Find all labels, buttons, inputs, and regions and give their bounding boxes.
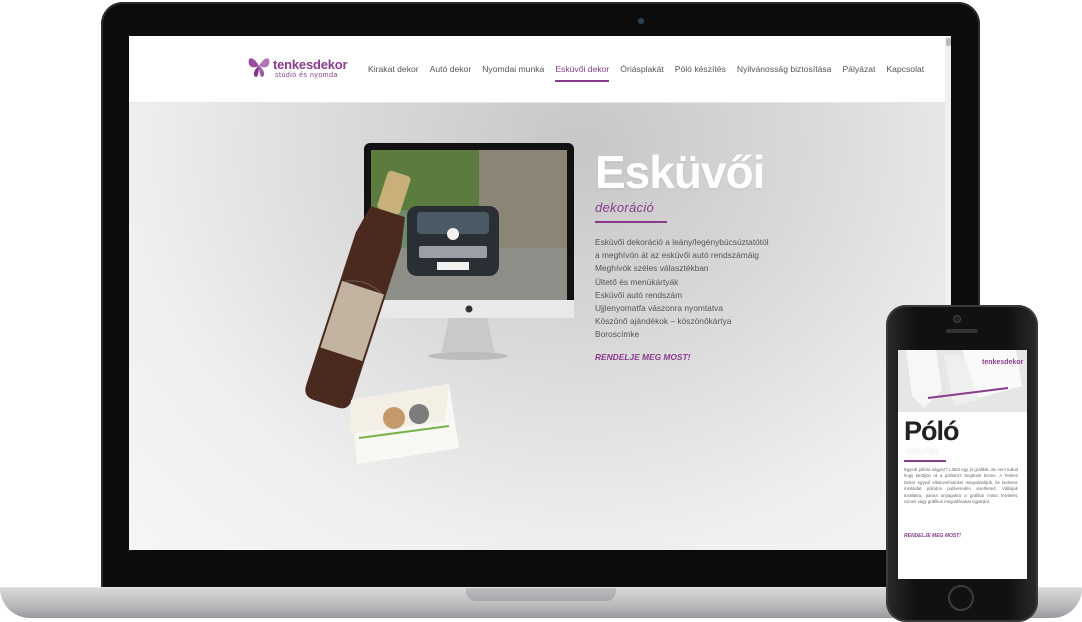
phone-speaker — [946, 329, 978, 333]
laptop-notch — [466, 588, 616, 601]
nav-item-oriasplakat[interactable]: Óriásplakát — [620, 64, 663, 84]
list-item: Ültető és menükártyák — [595, 276, 679, 287]
phone-body-text: Egyedi pólóra vágysz? Láttál egy jó graf… — [904, 467, 1018, 505]
list-item: Boroscímke — [595, 329, 640, 340]
nav-item-eskuvoi-dekor[interactable]: Esküvői dekor — [555, 64, 609, 84]
nav-item-palyazat[interactable]: Pályázat — [842, 64, 875, 84]
hero-title: Esküvői — [595, 146, 765, 198]
hero-subtitle: dekoráció — [595, 200, 655, 215]
nav-item-nyilvanossag[interactable]: Nyilvánosság biztosítása — [737, 64, 832, 84]
butterfly-icon — [248, 58, 270, 77]
nav-item-kapcsolat[interactable]: Kapcsolat — [886, 64, 924, 84]
phone-page-title: Póló — [904, 416, 959, 446]
site-header: tenkesdekor stúdió és nyomda Kirakat dek… — [129, 36, 951, 103]
phone-page-subtitle: készítés — [906, 446, 940, 456]
phone-divider — [904, 460, 946, 462]
laptop-camera — [638, 18, 644, 24]
logo-tagline: stúdió és nyomda — [275, 72, 338, 79]
list-item: Köszönő ajándékok – köszönőkártya — [595, 316, 732, 327]
hero-service-list: Esküvői dekoráció a leány/legénybúcsúzta… — [595, 236, 769, 342]
list-item: Esküvői dekoráció a leány/legénybúcsúzta… — [595, 237, 769, 247]
order-now-link[interactable]: RENDELJE MEG MOST! — [595, 352, 690, 362]
logo-name: tenkesdekor — [273, 57, 348, 72]
phone-order-now-link[interactable]: RENDELJE MEG MOST! — [904, 533, 961, 539]
tshirt-image: tenkesdekor — [898, 350, 1027, 412]
list-item: Meghívók széles választékban — [595, 263, 709, 274]
list-item: Esküvői autó rendszám — [595, 289, 683, 300]
nav-item-polo-keszites[interactable]: Póló készítés — [675, 64, 726, 84]
nav-item-kirakat-dekor[interactable]: Kirakat dekor — [368, 64, 419, 84]
phone-frame: tenkesdekor Póló készítés Egyedi pólóra … — [886, 305, 1038, 622]
site-logo[interactable]: tenkesdekor stúdió és nyomda — [247, 53, 348, 83]
invitation-card-image — [349, 384, 459, 464]
nav-item-nyomdai-munka[interactable]: Nyomdai munka — [482, 64, 544, 84]
hero-divider — [595, 221, 667, 223]
list-item: Ujjlenyomatfa vászonra nyomtatva — [595, 303, 724, 314]
nav-item-auto-dekor[interactable]: Autó dekor — [430, 64, 472, 84]
svg-text:tenkesdekor: tenkesdekor — [982, 359, 1024, 366]
phone-screen: tenkesdekor Póló készítés Egyedi pólóra … — [898, 350, 1027, 579]
hero-section: Esküvői dekoráció Esküvői dekoráció a le… — [129, 103, 951, 550]
laptop-screen: tenkesdekor stúdió és nyomda Kirakat dek… — [129, 36, 951, 550]
phone-home-button[interactable] — [948, 585, 974, 611]
hero-product-image — [305, 143, 574, 464]
list-item: a meghívón át az esküvői autó rendszámái… — [595, 250, 759, 261]
main-nav: Kirakat dekor Autó dekor Nyomdai munka E… — [368, 64, 924, 84]
phone-camera — [954, 316, 960, 322]
scrollbar-thumb[interactable] — [946, 38, 951, 46]
